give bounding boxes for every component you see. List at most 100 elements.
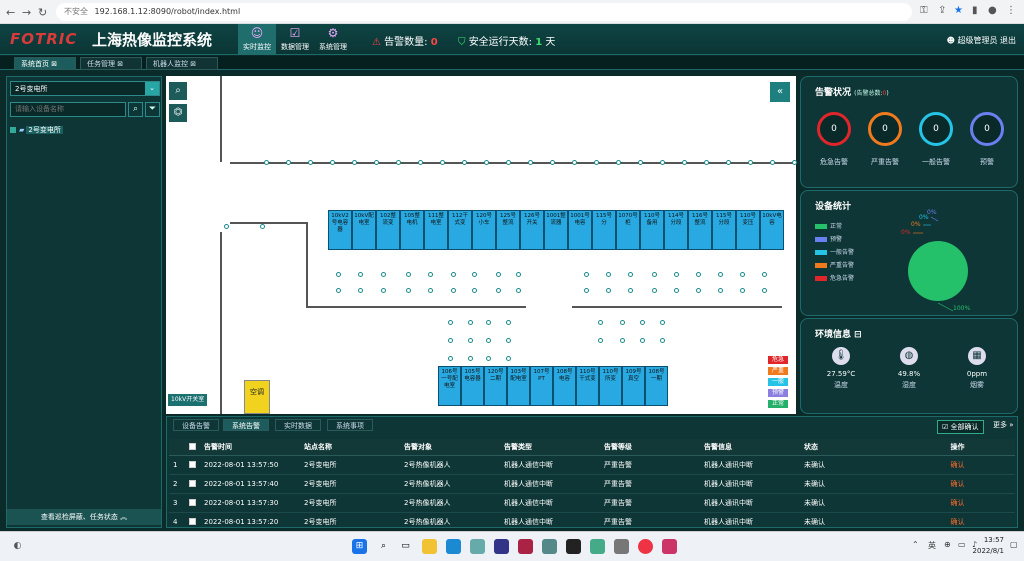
confirm-all-button[interactable]: ☑ 全部确认: [937, 420, 984, 434]
confirm-button[interactable]: 确认: [900, 455, 1015, 475]
nav-data-management[interactable]: ☑ 数据管理: [276, 24, 314, 55]
tray-up-icon[interactable]: ⌃: [912, 540, 919, 549]
clock[interactable]: 13:57 2022/8/1: [973, 535, 1004, 557]
confirm-button[interactable]: 确认: [900, 493, 1015, 513]
device-box[interactable]: 111整电室: [424, 210, 448, 250]
edge-icon[interactable]: [446, 539, 461, 554]
track-node[interactable]: [506, 160, 511, 165]
address-bar[interactable]: 不安全 192.168.1.12:8090/robot/index.html: [56, 3, 912, 21]
device-box[interactable]: 10kV电容: [760, 210, 784, 250]
switch-room-label[interactable]: 10kV开关室: [168, 394, 208, 406]
track-node[interactable]: [652, 272, 657, 277]
ime-language[interactable]: 英: [928, 540, 936, 551]
row-checkbox[interactable]: [189, 517, 196, 525]
reload-icon[interactable]: ↻: [38, 6, 47, 19]
track-node[interactable]: [496, 272, 501, 277]
track-node[interactable]: [792, 160, 797, 165]
user-name[interactable]: 超级管理员: [957, 36, 997, 45]
track-node[interactable]: [696, 288, 701, 293]
track-node[interactable]: [381, 288, 386, 293]
track-node[interactable]: [418, 160, 423, 165]
device-box[interactable]: 116号整流: [688, 210, 712, 250]
track-node[interactable]: [336, 272, 341, 277]
device-box[interactable]: 108号一期: [645, 366, 668, 406]
weather-icon[interactable]: ◐: [10, 539, 25, 554]
terminal-icon[interactable]: [566, 539, 581, 554]
track-node[interactable]: [696, 272, 701, 277]
device-box[interactable]: 114号分段: [664, 210, 688, 250]
track-node[interactable]: [704, 160, 709, 165]
tab-task-management[interactable]: 任务管理 ⊠: [80, 57, 142, 70]
tree-item-station[interactable]: ▰ 2号变电所: [10, 125, 63, 135]
device-box[interactable]: 107号PT: [530, 366, 553, 406]
confirm-button[interactable]: 确认: [900, 474, 1015, 494]
track-node[interactable]: [506, 320, 511, 325]
close-icon[interactable]: ⊠: [117, 60, 123, 68]
device-box[interactable]: 126号开关: [520, 210, 544, 250]
track-node[interactable]: [486, 338, 491, 343]
nav-system-management[interactable]: ⚙ 系统管理: [314, 24, 352, 55]
track-node[interactable]: [640, 320, 645, 325]
device-box[interactable]: 110号备用: [640, 210, 664, 250]
track-node[interactable]: [628, 272, 633, 277]
track-node[interactable]: [598, 320, 603, 325]
nav-realtime-monitor[interactable]: ☺ 实时监控: [238, 24, 276, 55]
track-node[interactable]: [726, 160, 731, 165]
collapse-icon[interactable]: ⊟: [854, 330, 862, 340]
air-conditioner-device[interactable]: 空调: [244, 380, 270, 414]
tab-system-alarm[interactable]: 系统告警: [223, 419, 269, 431]
track-node[interactable]: [718, 272, 723, 277]
menu-icon[interactable]: ⋮: [1006, 5, 1016, 16]
track-node[interactable]: [308, 160, 313, 165]
alarm-ring[interactable]: 0: [919, 112, 953, 146]
app-icon[interactable]: [518, 539, 533, 554]
track-node[interactable]: [472, 272, 477, 277]
alarm-ring[interactable]: 0: [868, 112, 902, 146]
profile-icon[interactable]: ●: [988, 5, 997, 16]
notification-icon[interactable]: ▢: [1010, 540, 1018, 549]
device-box[interactable]: 10kV配电室: [352, 210, 376, 250]
track-node[interactable]: [584, 288, 589, 293]
tab-realtime-data[interactable]: 实时数据: [275, 419, 321, 431]
device-box[interactable]: 105号电容器: [461, 366, 484, 406]
app-icon[interactable]: [614, 539, 629, 554]
substation-map[interactable]: ⌕ ⏣ « 10kV2号电容器 10kV配电室 102整流变 105整电机 111整电室…: [166, 76, 797, 414]
track-node[interactable]: [451, 272, 456, 277]
app-icon[interactable]: [542, 539, 557, 554]
track-node[interactable]: [224, 224, 229, 229]
close-icon[interactable]: ⊠: [190, 60, 196, 68]
device-box[interactable]: 1001号电容: [568, 210, 592, 250]
extension-icon[interactable]: ▮: [972, 5, 978, 16]
device-box[interactable]: 106号一号配电室: [438, 366, 461, 406]
chevron-down-icon[interactable]: ⌄: [145, 82, 159, 95]
track-node[interactable]: [550, 160, 555, 165]
track-node[interactable]: [330, 160, 335, 165]
track-node[interactable]: [352, 160, 357, 165]
zoom-search-icon[interactable]: ⌕: [169, 82, 187, 100]
track-node[interactable]: [748, 160, 753, 165]
network-icon[interactable]: ▭: [958, 540, 966, 549]
track-node[interactable]: [620, 320, 625, 325]
device-box[interactable]: 1001整流器: [544, 210, 568, 250]
close-icon[interactable]: ⊠: [51, 60, 57, 68]
track-node[interactable]: [260, 224, 265, 229]
track-node[interactable]: [660, 320, 665, 325]
app-icon[interactable]: [662, 539, 677, 554]
track-node[interactable]: [406, 288, 411, 293]
track-node[interactable]: [462, 160, 467, 165]
track-node[interactable]: [594, 160, 599, 165]
track-node[interactable]: [448, 356, 453, 361]
track-node[interactable]: [674, 288, 679, 293]
tab-system-events[interactable]: 系统事项: [327, 419, 373, 431]
track-node[interactable]: [660, 338, 665, 343]
device-box[interactable]: 120号二期: [484, 366, 507, 406]
track-node[interactable]: [516, 288, 521, 293]
device-search-input[interactable]: [10, 102, 126, 117]
device-box[interactable]: 108号电容: [553, 366, 576, 406]
search-icon[interactable]: ⌕: [376, 539, 391, 554]
track-node[interactable]: [451, 288, 456, 293]
track-node[interactable]: [396, 160, 401, 165]
track-node[interactable]: [506, 338, 511, 343]
key-icon[interactable]: ⚿: [920, 5, 928, 16]
device-box[interactable]: 110号变压: [736, 210, 760, 250]
